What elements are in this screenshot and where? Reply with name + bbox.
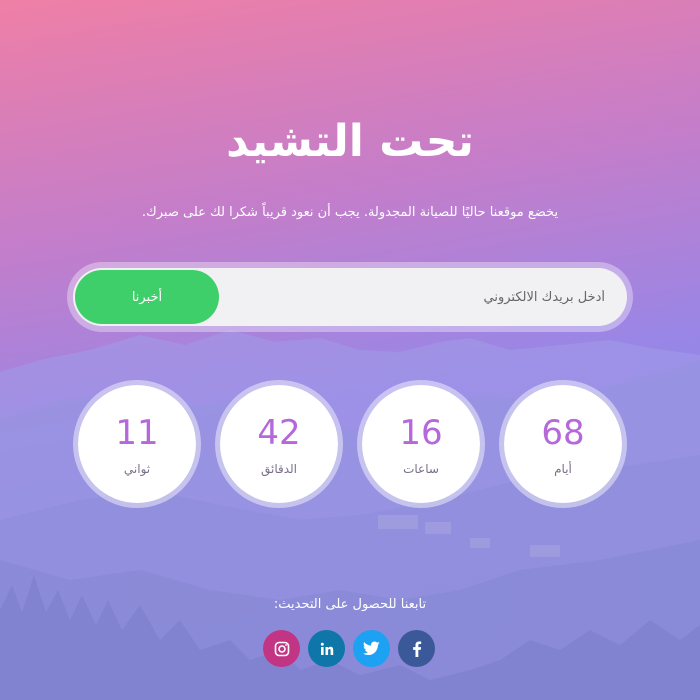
- page: تحت التشيد يخضع موقعنا حاليًا للصيانة ال…: [0, 0, 700, 700]
- minutes-label: الدقائق: [260, 462, 298, 476]
- minutes-value: 42: [257, 413, 301, 453]
- hours-label: ساعات: [403, 462, 439, 476]
- countdown-days-face: 68 أيام: [504, 385, 622, 503]
- maintenance-message: يخضع موقعنا حاليًا للصيانة المجدولة. يجب…: [141, 205, 559, 220]
- days-value: 68: [541, 413, 585, 453]
- page-title: تحت التشيد: [226, 116, 474, 167]
- countdown-minutes-face: 42 الدقائق: [220, 385, 338, 503]
- email-input[interactable]: [227, 268, 627, 326]
- facebook-button[interactable]: [398, 630, 435, 667]
- countdown-seconds: 11 ثواني: [73, 380, 201, 508]
- linkedin-icon: [320, 642, 333, 655]
- hours-value: 16: [399, 413, 443, 453]
- twitter-icon: [363, 641, 380, 656]
- subscribe-field-container: أخبرنا: [73, 268, 627, 326]
- countdown-hours: 16 ساعات: [357, 380, 485, 508]
- countdown-hours-face: 16 ساعات: [362, 385, 480, 503]
- twitter-button[interactable]: [353, 630, 390, 667]
- countdown-minutes: 42 الدقائق: [215, 380, 343, 508]
- instagram-button[interactable]: [263, 630, 300, 667]
- follow-us-text: تابعنا للحصول على التحديث:: [273, 597, 427, 612]
- countdown-timer: 68 أيام 16 ساعات 42 الدقائق 11 ثواني: [0, 380, 700, 510]
- social-links: [263, 630, 437, 668]
- linkedin-button[interactable]: [308, 630, 345, 667]
- seconds-label: ثواني: [123, 462, 151, 476]
- notify-me-button[interactable]: أخبرنا: [75, 270, 219, 324]
- seconds-value: 11: [115, 413, 159, 453]
- countdown-days: 68 أيام: [499, 380, 627, 508]
- subscribe-form: أخبرنا: [67, 262, 633, 332]
- facebook-icon: [412, 640, 421, 657]
- mountain-background-image: [0, 0, 700, 700]
- days-label: أيام: [554, 462, 572, 476]
- instagram-icon: [274, 641, 289, 656]
- countdown-seconds-face: 11 ثواني: [78, 385, 196, 503]
